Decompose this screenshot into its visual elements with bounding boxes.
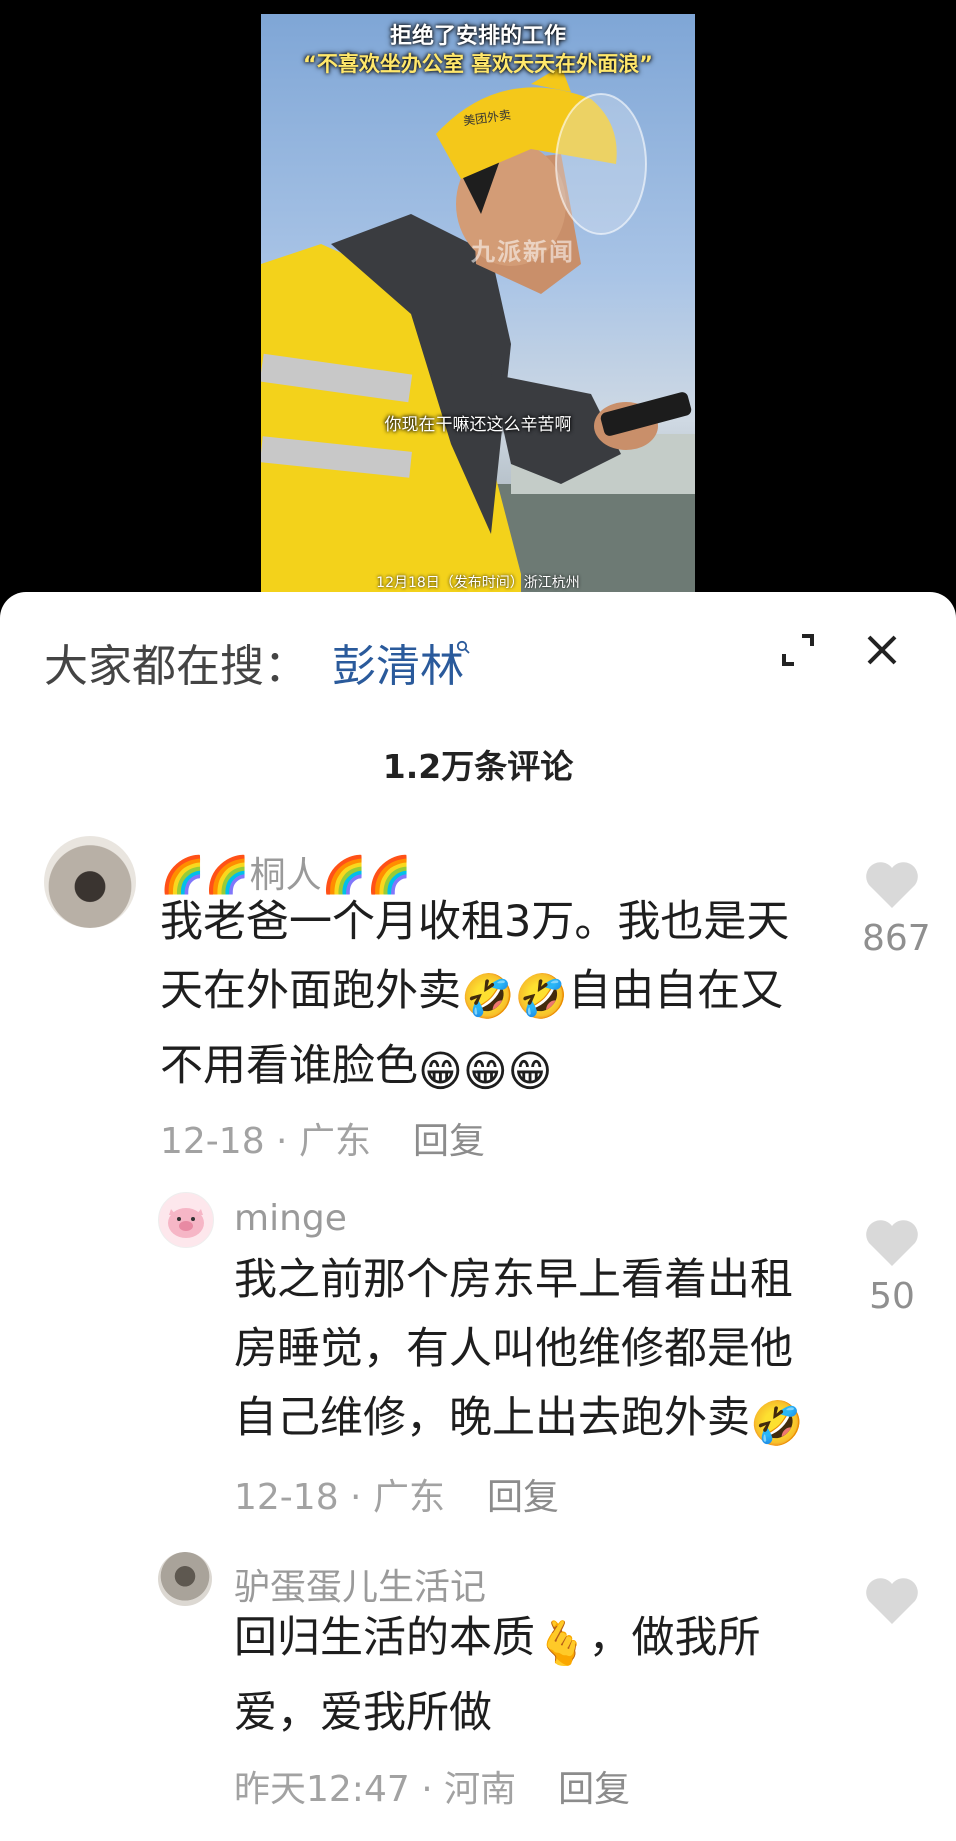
search-icon[interactable]: [456, 640, 470, 654]
video-title-line-2: “不喜欢坐办公室 喜欢天天在外面浪”: [303, 52, 653, 76]
trending-search-bar[interactable]: 大家都在搜： 彭清林: [44, 630, 470, 692]
comment-text: 回归生活的本质🫰，做我所 爱，爱我所做: [234, 1604, 844, 1748]
comment-text-line: 自己维修，晚上出去跑外卖🤣: [234, 1384, 844, 1459]
expand-icon[interactable]: [776, 628, 820, 672]
trending-search-prefix: 大家都在搜：: [44, 641, 308, 692]
laughing-crying-emoji: 🤣: [750, 1399, 804, 1449]
heart-icon[interactable]: [864, 860, 920, 910]
comment-count: 1.2万条评论: [382, 747, 574, 786]
pig-avatar-icon: [168, 1208, 204, 1238]
comment-text-line: 天在外面跑外卖🤣🤣自由自在又: [160, 957, 840, 1032]
like-button[interactable]: [862, 1576, 922, 1634]
heart-hands-emoji: 🫰: [535, 1619, 589, 1669]
trending-search-term[interactable]: 彭清林: [332, 630, 464, 694]
grinning-emoji: 😁: [507, 1047, 553, 1097]
video-player[interactable]: 美团外卖 九派新闻 拒绝了安排的工作 “不喜欢坐办公室 喜欢天天在外面浪” 你现…: [0, 0, 956, 610]
grinning-emoji: 😁: [462, 1047, 508, 1097]
comment-text-line: 我老爸一个月收租3万。我也是天: [160, 897, 790, 947]
comment-meta: 12-18 · 广东 回复: [160, 1112, 485, 1164]
reply-button[interactable]: 回复: [413, 1121, 485, 1162]
avatar[interactable]: [158, 1192, 214, 1248]
heart-icon[interactable]: [864, 1576, 920, 1626]
comment-meta: 昨天12:47 · 河南 回复: [234, 1760, 630, 1812]
reply-button[interactable]: 回复: [558, 1769, 630, 1810]
comment-meta: 12-18 · 广东 回复: [234, 1468, 559, 1520]
like-count: 867: [862, 918, 931, 959]
comment-text-line: 爱，爱我所做: [234, 1688, 492, 1738]
reply-button[interactable]: 回复: [487, 1477, 559, 1518]
comment-username[interactable]: minge: [234, 1198, 347, 1239]
grinning-emoji: 😁: [418, 1047, 463, 1097]
video-frame[interactable]: 美团外卖 九派新闻 拒绝了安排的工作 “不喜欢坐办公室 喜欢天天在外面浪” 你现…: [261, 14, 695, 596]
video-scene-image: [261, 66, 695, 596]
comment-panel: 大家都在搜： 彭清林 1.2万条评论 🌈🌈桐人🌈🌈 我老爸一个月收租3万。我也是…: [0, 592, 956, 1841]
comment-date-location: 12-18 · 广东: [160, 1121, 371, 1162]
comment-date-location: 12-18 · 广东: [234, 1477, 445, 1518]
like-count: 50: [869, 1276, 915, 1317]
like-button[interactable]: 50: [862, 1218, 922, 1317]
like-button[interactable]: 867: [862, 860, 931, 959]
comment-text-line: 不用看谁脸色😁😁😁: [160, 1032, 840, 1107]
close-icon[interactable]: [860, 628, 904, 672]
laughing-crying-emoji: 🤣: [514, 972, 569, 1022]
comment-text-line: 回归生活的本质🫰，做我所: [234, 1604, 844, 1679]
comment-text: 我之前那个房东早上看着出租 房睡觉，有人叫他维修都是他 自己维修，晚上出去跑外卖…: [234, 1246, 844, 1459]
laughing-crying-emoji: 🤣: [461, 972, 515, 1022]
news-watermark: 九派新闻: [471, 238, 575, 266]
comment-text: 我老爸一个月收租3万。我也是天 天在外面跑外卖🤣🤣自由自在又 不用看谁脸色😁😁😁: [160, 888, 840, 1107]
video-title-line-1: 拒绝了安排的工作: [389, 24, 566, 49]
video-date-location: 12月18日（发布时间）浙江杭州: [376, 575, 580, 591]
avatar[interactable]: [44, 836, 136, 928]
heart-icon[interactable]: [864, 1218, 920, 1268]
comment-username[interactable]: 驴蛋蛋儿生活记: [234, 1558, 486, 1610]
video-subtitle: 你现在干嘛还这么辛苦啊: [384, 415, 572, 435]
avatar[interactable]: [158, 1552, 212, 1606]
comment-text-line: 我之前那个房东早上看着出租: [234, 1255, 793, 1305]
comment-date-location: 昨天12:47 · 河南: [234, 1769, 517, 1810]
comment-text-line: 房睡觉，有人叫他维修都是他: [234, 1324, 793, 1374]
